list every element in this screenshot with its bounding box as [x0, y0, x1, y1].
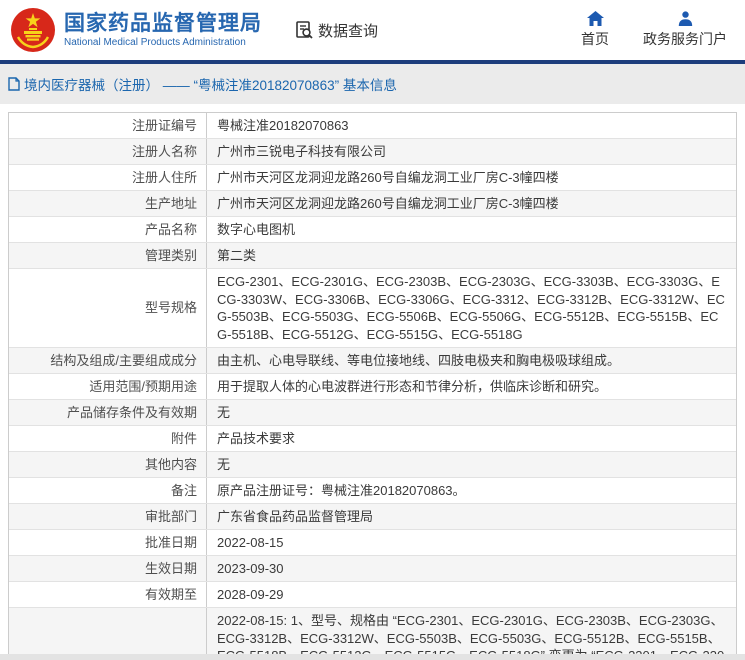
nav-item-home[interactable]: 首页 — [581, 11, 609, 49]
table-row: 备注原产品注册证号：粤械注准20182070863。 — [9, 477, 736, 503]
document-search-icon — [294, 20, 314, 40]
table-row: 产品名称数字心电图机 — [9, 216, 736, 242]
nav-item-service-portal[interactable]: 政务服务门户 — [643, 11, 727, 49]
table-row: 适用范围/预期用途用于提取人体的心电波群进行形态和节律分析，供临床诊断和研究。 — [9, 373, 736, 399]
table-row: 其他内容无 — [9, 451, 736, 477]
table-row: 产品储存条件及有效期无 — [9, 399, 736, 425]
registration-info-table: 注册证编号粤械注准20182070863 注册人名称广州市三锐电子科技有限公司 … — [8, 112, 737, 660]
table-row: 有效期至2028-09-29 — [9, 581, 736, 607]
table-row: 注册证编号粤械注准20182070863 — [9, 113, 736, 138]
user-icon — [678, 11, 693, 26]
table-row: 生效日期2023-09-30 — [9, 555, 736, 581]
home-icon — [587, 11, 604, 26]
table-row-change-history: 变更情况2022-08-15: 1、型号、规格由 “ECG-2301、ECG-2… — [9, 607, 736, 660]
table-row: 注册人名称广州市三锐电子科技有限公司 — [9, 138, 736, 164]
data-query-tab[interactable]: 数据查询 — [294, 20, 378, 41]
agency-logo: 国家药品监督管理局 National Medical Products Admi… — [10, 7, 262, 53]
nav-portal-label: 政务服务门户 — [643, 29, 727, 49]
breadcrumb: 境内医疗器械（注册） —— “粤械注准20182070863” 基本信息 — [8, 74, 397, 94]
table-row: 生产地址广州市天河区龙洞迎龙路260号自编龙洞工业厂房C-3幢四楼 — [9, 190, 736, 216]
table-row-model-specs: 型号规格ECG-2301、ECG-2301G、ECG-2303B、ECG-230… — [9, 268, 736, 347]
breadcrumb-band: 境内医疗器械（注册） —— “粤械注准20182070863” 基本信息 — [0, 64, 745, 104]
top-nav: 首页 政务服务门户 — [581, 11, 727, 49]
national-emblem-icon — [10, 7, 56, 53]
table-row: 附件产品技术要求 — [9, 425, 736, 451]
page-header: 国家药品监督管理局 National Medical Products Admi… — [0, 0, 745, 60]
nav-home-label: 首页 — [581, 29, 609, 49]
table-row: 审批部门广东省食品药品监督管理局 — [9, 503, 736, 529]
page-title: 境内医疗器械（注册） —— “粤械注准20182070863” 基本信息 — [24, 74, 397, 94]
table-row: 注册人住所广州市天河区龙洞迎龙路260号自编龙洞工业厂房C-3幢四楼 — [9, 164, 736, 190]
page-bottom-strip — [0, 654, 745, 660]
table-row: 管理类别第二类 — [9, 242, 736, 268]
page-doc-icon — [8, 77, 20, 91]
table-row: 批准日期2022-08-15 — [9, 529, 736, 555]
data-query-label: 数据查询 — [318, 20, 378, 41]
table-row: 结构及组成/主要组成成分由主机、心电导联线、等电位接地线、四肢电极夹和胸电极吸球… — [9, 347, 736, 373]
agency-name-zh: 国家药品监督管理局 — [64, 12, 262, 36]
agency-name-en: National Medical Products Administration — [64, 36, 262, 49]
